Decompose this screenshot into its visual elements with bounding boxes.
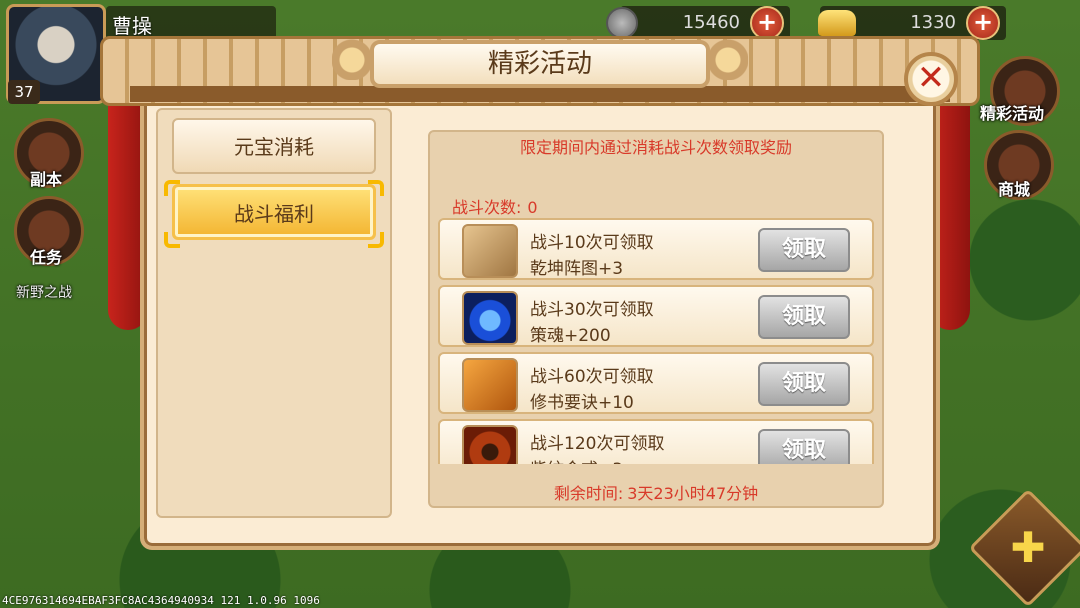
dialog-title: 精彩活动 bbox=[370, 40, 710, 88]
reward-item: 乾坤阵图+3 bbox=[530, 259, 624, 279]
dialog-roof-beam bbox=[130, 86, 950, 102]
battle-count: 战斗次数: 0 bbox=[452, 194, 538, 218]
reward-condition: 战斗30次可领取 bbox=[530, 300, 654, 320]
reward-item: 紫纹金戒+3 bbox=[530, 455, 623, 464]
reward-condition: 战斗120次可领取 bbox=[530, 434, 665, 454]
shop-label: 商城 bbox=[998, 180, 1031, 199]
blue-flame-icon bbox=[462, 291, 518, 345]
selection-corner-icon bbox=[164, 232, 180, 248]
event-hint: 限定期间内通过消耗战斗次数领取奖励 bbox=[519, 138, 792, 157]
coin-icon bbox=[606, 7, 638, 39]
stage-name-label: 新野之战 bbox=[16, 285, 72, 301]
add-gold-button[interactable]: + bbox=[966, 6, 1000, 40]
reward-row: 战斗10次可领取 乾坤阵图+3 领取 bbox=[438, 218, 874, 280]
claim-button[interactable]: 领取 bbox=[758, 362, 850, 406]
close-button[interactable]: ✕ bbox=[904, 52, 958, 106]
time-remaining-label: 剩余时间: bbox=[553, 484, 624, 503]
selection-corner-icon bbox=[368, 180, 384, 196]
quest-label: 任务 bbox=[30, 248, 63, 267]
reward-item: 策魂+200 bbox=[530, 326, 611, 346]
close-icon: ✕ bbox=[916, 58, 946, 98]
events-label: 精彩活动 bbox=[980, 104, 1045, 123]
scroll-icon bbox=[462, 224, 518, 278]
reward-row: 战斗120次可领取 紫纹金戒+3 领取 bbox=[438, 419, 874, 464]
claim-button[interactable]: 领取 bbox=[758, 295, 850, 339]
selection-corner-icon bbox=[368, 232, 384, 248]
battle-count-value: 0 bbox=[527, 198, 538, 217]
debug-info: 4CE976314694EBAF3FC8AC4364940934 121 1.0… bbox=[2, 594, 320, 607]
reward-condition: 战斗60次可领取 bbox=[530, 367, 654, 387]
battle-count-label: 战斗次数: bbox=[452, 198, 522, 217]
tab-battle-rewards[interactable]: 战斗福利 bbox=[172, 184, 376, 240]
gold-ingot-icon bbox=[818, 10, 856, 36]
time-remaining: 剩余时间: 3天23小时47分钟 bbox=[428, 480, 884, 504]
book-icon bbox=[462, 358, 518, 412]
add-coins-button[interactable]: + bbox=[750, 6, 784, 40]
title-ornament-right bbox=[708, 30, 748, 80]
reward-row: 战斗30次可领取 策魂+200 领取 bbox=[438, 285, 874, 347]
reward-item: 修书要诀+10 bbox=[530, 393, 634, 413]
player-level-badge: 37 bbox=[8, 80, 40, 104]
reward-condition: 战斗10次可领取 bbox=[530, 233, 654, 253]
player-name: 曹操 bbox=[112, 14, 152, 38]
ring-icon bbox=[462, 425, 518, 464]
tab-gold-consumption[interactable]: 元宝消耗 bbox=[172, 118, 376, 174]
time-remaining-value: 3天23小时47分钟 bbox=[627, 484, 759, 503]
reward-row: 战斗60次可领取 修书要诀+10 领取 bbox=[438, 352, 874, 414]
plus-icon: ✚ bbox=[1010, 523, 1046, 572]
selection-corner-icon bbox=[164, 180, 180, 196]
reward-list[interactable]: 战斗10次可领取 乾坤阵图+3 领取 战斗30次可领取 策魂+200 领取 战斗… bbox=[438, 216, 876, 464]
claim-button[interactable]: 领取 bbox=[758, 228, 850, 272]
title-ornament-left bbox=[332, 30, 372, 80]
dungeon-label: 副本 bbox=[30, 170, 63, 189]
claim-button[interactable]: 领取 bbox=[758, 429, 850, 464]
